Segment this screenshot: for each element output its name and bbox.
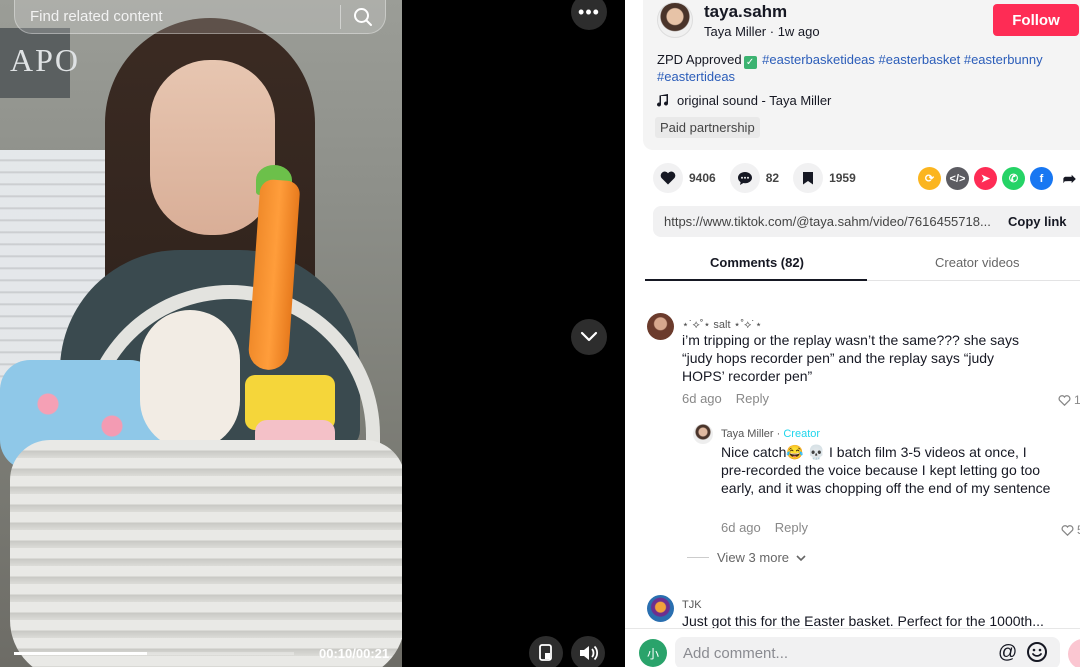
facebook-icon[interactable]: f: [1030, 167, 1053, 190]
emoji-icon[interactable]: [1026, 641, 1048, 667]
comment-composer: 小 @: [625, 628, 1080, 667]
progress-bar[interactable]: [14, 652, 294, 655]
sound-link[interactable]: original sound - Taya Miller: [657, 93, 831, 108]
whatsapp-icon[interactable]: ✆: [1002, 167, 1025, 190]
follow-button[interactable]: Follow: [993, 4, 1079, 36]
view-more-replies[interactable]: View 3 more: [687, 550, 808, 565]
author-subline: Taya Miller · 1w ago: [704, 24, 820, 39]
heart-icon[interactable]: [653, 163, 683, 193]
check-icon: ✓: [743, 56, 757, 69]
desc-prefix: ZPD Approved: [657, 52, 742, 67]
wall-sign: APO: [0, 28, 78, 98]
tab-comments[interactable]: Comments (82): [710, 255, 804, 270]
divider-line: [687, 557, 709, 558]
person-face: [150, 60, 275, 235]
author-display-name[interactable]: Taya Miller: [704, 24, 766, 39]
save-action[interactable]: 1959: [793, 163, 856, 193]
plush-toy: [140, 310, 240, 450]
comment-text: i’m tripping or the replay wasn’t the sa…: [682, 332, 1019, 384]
reply-author: Taya Miller · Creator: [721, 428, 821, 440]
active-tab-indicator: [645, 279, 867, 281]
reply-button[interactable]: Reply: [736, 391, 769, 406]
hashtag-link[interactable]: #easterbunny: [964, 52, 1043, 67]
volume-button[interactable]: [571, 636, 605, 667]
like-count: 9406: [689, 171, 716, 185]
author-username[interactable]: taya.sahm: [704, 2, 787, 22]
share-arrow-icon[interactable]: ➦: [1058, 167, 1080, 190]
search-placeholder[interactable]: Find related content: [15, 8, 340, 25]
embed-icon[interactable]: </>: [946, 167, 969, 190]
post-age: 1w ago: [777, 24, 820, 39]
comment-count: 82: [765, 171, 780, 185]
reply-meta: 6d ago Reply: [721, 520, 808, 535]
heart-outline-icon: [1058, 394, 1071, 406]
reply-avatar[interactable]: [693, 424, 713, 444]
bookmark-icon[interactable]: [793, 163, 824, 193]
post-description: ZPD Approved ✓ #easterbasketideas #easter…: [657, 52, 1067, 85]
reply-like[interactable]: 5: [1061, 523, 1080, 537]
playback-time: 00:10/00:21: [319, 646, 390, 661]
reply-author-name[interactable]: Taya Miller: [721, 428, 774, 440]
next-video-button[interactable]: [571, 319, 607, 355]
comment-like-count: 1: [1074, 393, 1080, 407]
save-count: 1959: [829, 171, 856, 185]
creator-badge: Creator: [783, 428, 821, 440]
video-link-box: https://www.tiktok.com/@taya.sahm/video/…: [653, 206, 1080, 237]
related-search-bar[interactable]: Find related content: [14, 0, 386, 34]
paid-partnership-badge: Paid partnership: [655, 117, 760, 138]
wicker-basket: [10, 440, 402, 667]
heart-outline-icon: [1061, 524, 1074, 536]
post-comment-button[interactable]: [1068, 639, 1080, 667]
detail-panel: taya.sahm Taya Miller · 1w ago Follow ZP…: [625, 0, 1080, 667]
commenter-name[interactable]: TJK: [682, 599, 702, 611]
comment-meta: 6d ago Reply: [682, 391, 769, 406]
sound-title: original sound - Taya Miller: [677, 93, 832, 108]
mini-player-icon: [539, 644, 552, 661]
share-row: ⟳ </> ➤ ✆ f ➦: [918, 167, 1080, 190]
tiktok-video-page: APO Find related content 00:10/00:21 •••: [0, 0, 1080, 667]
progress-fill: [14, 652, 148, 655]
video-url[interactable]: https://www.tiktok.com/@taya.sahm/video/…: [653, 214, 998, 229]
hashtag-link[interactable]: #easterbasketideas: [762, 52, 875, 67]
view-more-label: View 3 more: [717, 550, 790, 565]
chevron-down-icon: [796, 554, 806, 561]
reply-text: Nice catch😂 💀 I batch film 3-5 videos at…: [721, 444, 1051, 496]
comment-tabs: Comments (82) Creator videos: [645, 245, 1080, 281]
commenter-avatar[interactable]: [647, 313, 674, 340]
mention-icon[interactable]: @: [998, 642, 1017, 664]
send-icon[interactable]: ➤: [974, 167, 997, 190]
tab-creator-videos[interactable]: Creator videos: [935, 255, 1020, 270]
commenter-avatar[interactable]: [647, 595, 674, 622]
volume-icon: [580, 645, 598, 661]
search-icon[interactable]: [341, 0, 385, 34]
comment-icon[interactable]: [729, 163, 760, 193]
floating-player-button[interactable]: [529, 636, 563, 667]
copy-link-button[interactable]: Copy link: [1008, 214, 1067, 229]
chevron-down-icon: [580, 331, 598, 342]
hashtag-link[interactable]: #eastertideas: [657, 69, 735, 84]
my-avatar[interactable]: 小: [639, 639, 667, 667]
commenter-name[interactable]: ⋆˙⟡˚⋆ salt ⋆˚⟡˙⋆: [682, 318, 762, 332]
reply-age: 6d ago: [721, 520, 761, 535]
hashtag-link[interactable]: #easterbasket: [879, 52, 961, 67]
author-avatar[interactable]: [657, 2, 693, 38]
like-action[interactable]: 9406: [653, 163, 716, 193]
music-note-icon: [657, 93, 669, 107]
reply-button[interactable]: Reply: [775, 520, 808, 535]
repost-icon[interactable]: ⟳: [918, 167, 941, 190]
comment-age: 6d ago: [682, 391, 722, 406]
video-player[interactable]: APO Find related content 00:10/00:21: [0, 0, 402, 667]
comment-action[interactable]: 82: [729, 163, 780, 193]
action-bar: 9406 82 1959: [653, 163, 870, 193]
comment-like[interactable]: 1: [1058, 393, 1080, 407]
